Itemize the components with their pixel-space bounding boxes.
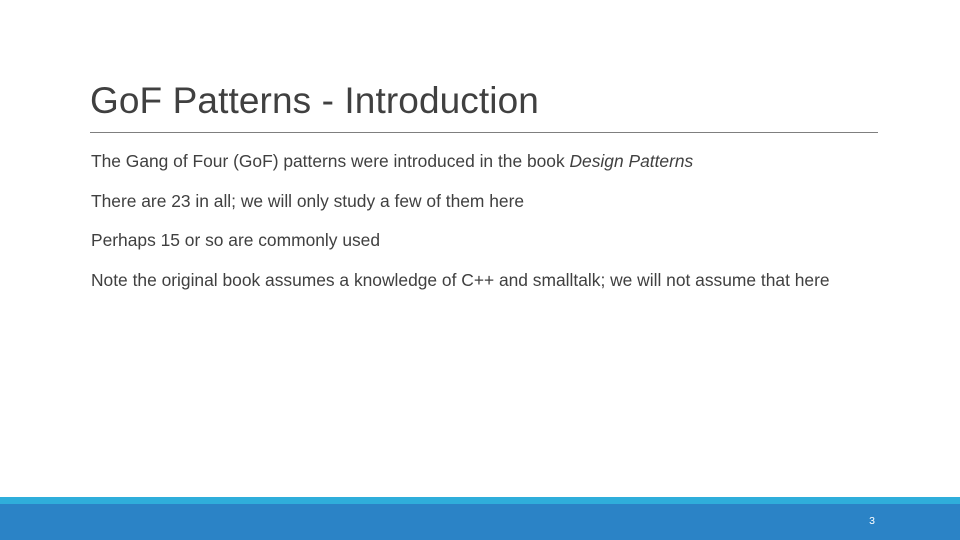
title-block: GoF Patterns - Introduction xyxy=(90,78,878,133)
body-content: The Gang of Four (GoF) patterns were int… xyxy=(91,148,863,293)
body-paragraph-2: There are 23 in all; we will only study … xyxy=(91,190,525,211)
slide-number: 3 xyxy=(869,515,875,527)
page-title: GoF Patterns - Introduction xyxy=(90,80,539,121)
body-paragraph-4: Note the original book assumes a knowled… xyxy=(91,269,830,290)
footer-accent-strip xyxy=(0,497,960,504)
body-paragraph-1-text-before-italic: The Gang of Four (GoF) patterns were int… xyxy=(91,151,570,171)
title-divider-rule xyxy=(90,132,878,133)
slide-canvas: GoF Patterns - Introduction The Gang of … xyxy=(0,0,960,540)
body-paragraph-1: The Gang of Four (GoF) patterns were int… xyxy=(91,148,863,174)
body-paragraph-3: Perhaps 15 or so are commonly used xyxy=(91,230,381,250)
book-title-italic: Design Patterns xyxy=(569,151,694,171)
footer-bar xyxy=(0,504,960,540)
